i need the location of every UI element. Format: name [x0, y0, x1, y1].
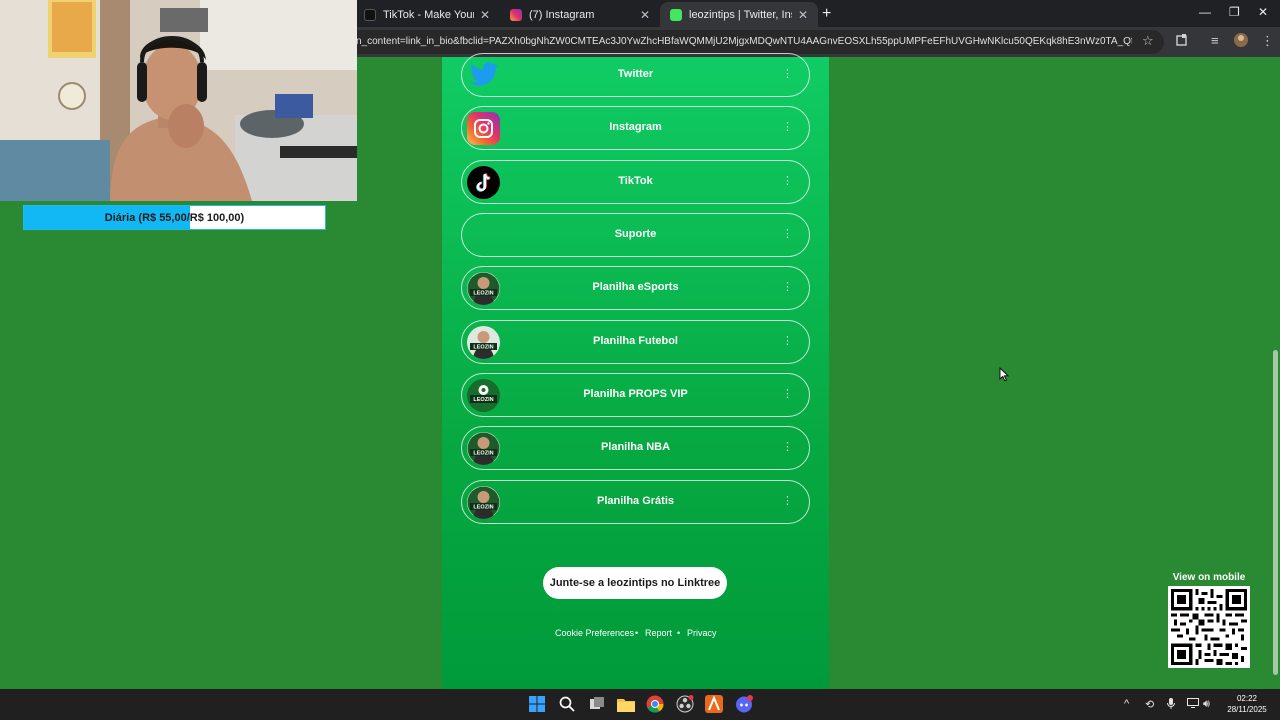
media-control-icon[interactable]: ≡: [1211, 33, 1219, 48]
tab-title: (7) Instagram: [529, 8, 595, 21]
discord-icon[interactable]: [734, 694, 754, 714]
report-link[interactable]: Report: [645, 628, 672, 638]
link-menu-icon[interactable]: ⋮: [782, 494, 793, 507]
extensions-icon[interactable]: [1176, 33, 1189, 49]
network-icon[interactable]: [1187, 698, 1199, 711]
link-label: Planilha PROPS VIP: [583, 388, 688, 400]
sync-icon[interactable]: ⟲: [1145, 698, 1154, 711]
microphone-icon[interactable]: [1167, 698, 1175, 712]
link-label: Twitter: [617, 68, 654, 80]
daily-goal-bar: Diária (R$ 55,00/R$ 100,00): [23, 205, 326, 230]
cookie-preferences-link[interactable]: Cookie Preferences: [555, 628, 634, 638]
link-instagram[interactable]: Instagram ⋮: [461, 106, 810, 150]
volume-icon[interactable]: 🔊︎: [1203, 698, 1210, 711]
clock-time: 02:22: [1236, 694, 1258, 703]
link-planilha-nba[interactable]: LEOZIN Planilha NBA ⋮: [461, 426, 810, 470]
mouse-pointer-icon: [999, 366, 1010, 387]
link-menu-icon[interactable]: ⋮: [782, 174, 793, 187]
link-label: TikTok: [618, 175, 653, 187]
bookmark-star-icon[interactable]: ☆: [1142, 33, 1154, 49]
join-linktree-button[interactable]: Junte-se a leozintips no Linktree: [543, 567, 727, 599]
close-window-icon[interactable]: ✕: [1258, 5, 1268, 19]
system-clock[interactable]: 02:22 28/11/2025: [1222, 693, 1272, 715]
footer-separator: •: [677, 628, 681, 638]
linktree-favicon-icon: [670, 8, 682, 21]
task-view-icon[interactable]: [587, 694, 607, 714]
link-planilha-esports[interactable]: LEOZIN Planilha eSports ⋮: [461, 266, 810, 310]
link-twitter[interactable]: Twitter ⋮: [461, 53, 810, 97]
url-text[interactable]: n_content=link_in_bio&fbclid=PAZXh0bgNhZ…: [356, 36, 1132, 47]
link-planilha-props-vip[interactable]: LEOZIN Planilha PROPS VIP ⋮: [461, 373, 810, 417]
link-menu-icon[interactable]: ⋮: [782, 440, 793, 453]
tiktok-favicon-icon: [364, 8, 376, 21]
tab-instagram[interactable]: (7) Instagram ✕: [500, 2, 660, 27]
link-planilha-gratis[interactable]: LEOZIN Planilha Grátis ⋮: [461, 480, 810, 524]
link-menu-icon[interactable]: ⋮: [782, 120, 793, 133]
link-label: Planilha eSports: [592, 281, 679, 293]
link-menu-icon[interactable]: ⋮: [782, 387, 793, 400]
tray-overflow-icon[interactable]: ^: [1124, 698, 1129, 710]
windows-start-icon[interactable]: [527, 694, 547, 714]
tab-linktree[interactable]: leozintips | Twitter, Instagram, T ✕: [660, 2, 818, 27]
close-tab-icon[interactable]: ✕: [640, 8, 650, 22]
instagram-favicon-icon: [510, 8, 522, 21]
app-a-icon[interactable]: [704, 694, 724, 714]
link-label: Planilha Futebol: [593, 335, 678, 347]
link-planilha-futebol[interactable]: LEOZIN Planilha Futebol ⋮: [461, 320, 810, 364]
link-label: Suporte: [614, 228, 657, 240]
file-explorer-icon[interactable]: [616, 694, 636, 714]
tab-title: leozintips | Twitter, Instagram, T: [689, 8, 792, 21]
tab-title: TikTok - Make Your Day: [383, 8, 474, 21]
link-label: Planilha NBA: [600, 441, 671, 453]
browser-menu-icon[interactable]: ⋮: [1261, 33, 1274, 49]
obs-icon[interactable]: [675, 694, 695, 714]
footer-separator: •: [635, 628, 639, 638]
webcam-overlay: [0, 0, 357, 201]
chrome-icon[interactable]: [645, 694, 665, 714]
profile-avatar-icon[interactable]: [1234, 33, 1248, 50]
close-tab-icon[interactable]: ✕: [798, 8, 808, 22]
goal-text: Diária (R$ 55,00/R$ 100,00): [104, 212, 245, 224]
qr-code[interactable]: [1168, 586, 1250, 668]
new-tab-icon[interactable]: +: [822, 5, 831, 23]
restore-icon[interactable]: ❐: [1229, 5, 1240, 19]
minimize-icon[interactable]: —: [1199, 5, 1211, 19]
link-menu-icon[interactable]: ⋮: [782, 227, 793, 240]
link-suporte[interactable]: Suporte ⋮: [461, 213, 810, 257]
close-tab-icon[interactable]: ✕: [480, 8, 490, 22]
link-label: Instagram: [609, 121, 662, 133]
link-menu-icon[interactable]: ⋮: [782, 67, 793, 80]
search-icon[interactable]: [557, 694, 577, 714]
tab-tiktok[interactable]: TikTok - Make Your Day ✕: [354, 2, 500, 27]
link-label: Planilha Grátis: [596, 495, 675, 507]
link-menu-icon[interactable]: ⋮: [782, 334, 793, 347]
view-on-mobile-label: View on mobile: [1172, 572, 1246, 583]
link-tiktok[interactable]: TikTok ⋮: [461, 160, 810, 204]
scrollbar-thumb[interactable]: [1273, 350, 1278, 675]
privacy-link[interactable]: Privacy: [687, 628, 717, 638]
page-scrollbar[interactable]: [1271, 57, 1280, 689]
clock-date: 28/11/2025: [1227, 705, 1267, 714]
link-menu-icon[interactable]: ⋮: [782, 280, 793, 293]
windows-taskbar: ^ ⟲ 🔊︎ 02:22 28/11/2025: [0, 689, 1280, 720]
